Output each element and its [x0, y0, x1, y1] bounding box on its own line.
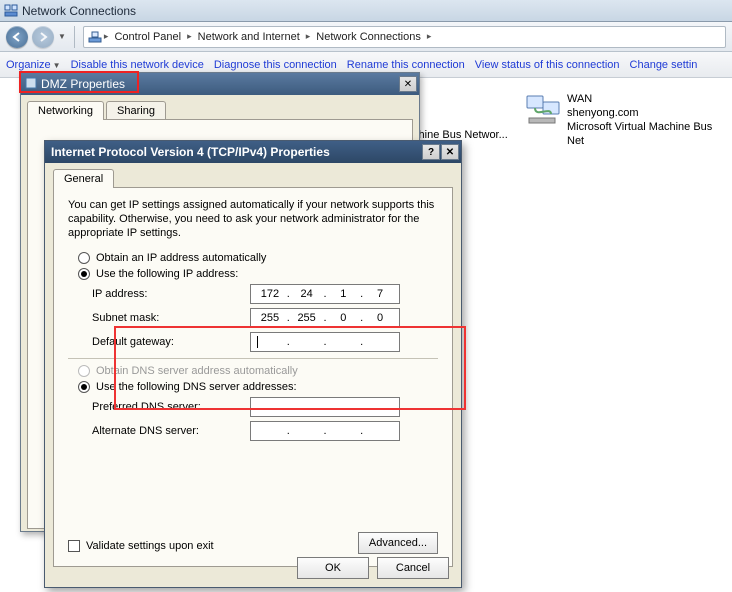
- view-status-link[interactable]: View status of this connection: [475, 59, 620, 71]
- chevron-right-icon[interactable]: ▸: [304, 31, 313, 42]
- radio-use-following-dns-label: Use the following DNS server addresses:: [96, 381, 297, 393]
- chevron-right-icon[interactable]: ▸: [185, 31, 194, 42]
- cancel-button[interactable]: Cancel: [377, 557, 449, 579]
- connection-domain: shenyong.com: [567, 106, 732, 120]
- validate-settings-label: Validate settings upon exit: [86, 540, 214, 552]
- back-button[interactable]: [6, 26, 28, 48]
- help-button[interactable]: ?: [422, 144, 440, 160]
- ipv4-window-title: Internet Protocol Version 4 (TCP/IPv4) P…: [51, 145, 330, 159]
- connection-name: WAN: [567, 92, 732, 106]
- tab-general[interactable]: General: [53, 169, 114, 188]
- diagnose-connection-link[interactable]: Diagnose this connection: [214, 59, 337, 71]
- close-button[interactable]: ✕: [399, 76, 417, 92]
- toolbar-separator: [74, 26, 75, 48]
- alternate-dns-input[interactable]: ...: [250, 421, 400, 441]
- breadcrumb-network-internet[interactable]: Network and Internet: [194, 31, 304, 43]
- main-window-title: Network Connections: [22, 4, 136, 18]
- nav-toolbar: ▼ ▸ Control Panel ▸ Network and Internet…: [0, 22, 732, 52]
- preferred-dns-input[interactable]: ...: [250, 397, 400, 417]
- label-default-gateway: Default gateway:: [92, 336, 242, 348]
- chevron-right-icon[interactable]: ▸: [102, 31, 111, 42]
- radio-use-following-dns[interactable]: [78, 381, 90, 393]
- change-settings-link[interactable]: Change settin: [630, 59, 698, 71]
- chevron-right-icon[interactable]: ▸: [425, 31, 434, 42]
- ipv4-titlebar[interactable]: Internet Protocol Version 4 (TCP/IPv4) P…: [45, 141, 461, 163]
- radio-obtain-ip-auto-label: Obtain an IP address automatically: [96, 252, 266, 264]
- network-connections-icon: [4, 4, 18, 18]
- ok-button[interactable]: OK: [297, 557, 369, 579]
- label-alternate-dns: Alternate DNS server:: [92, 425, 242, 437]
- ipv4-properties-dialog: Internet Protocol Version 4 (TCP/IPv4) P…: [44, 140, 462, 588]
- label-subnet-mask: Subnet mask:: [92, 312, 242, 324]
- properties-icon: [25, 77, 37, 92]
- radio-use-following-ip-label: Use the following IP address:: [96, 268, 238, 280]
- main-window-titlebar: Network Connections: [0, 0, 732, 22]
- breadcrumb-control-panel[interactable]: Control Panel: [110, 31, 185, 43]
- radio-obtain-ip-auto[interactable]: [78, 252, 90, 264]
- connection-adapter: Microsoft Virtual Machine Bus Net: [567, 120, 732, 148]
- radio-obtain-dns-auto: [78, 365, 90, 377]
- close-icon: ✕: [446, 147, 454, 158]
- ipv4-tab-body: You can get IP settings assigned automat…: [53, 187, 453, 567]
- label-preferred-dns: Preferred DNS server:: [92, 401, 242, 413]
- forward-button[interactable]: [32, 26, 54, 48]
- connection-item-wan[interactable]: WAN shenyong.com Microsoft Virtual Machi…: [525, 92, 732, 148]
- tab-sharing[interactable]: Sharing: [106, 101, 166, 120]
- close-button[interactable]: ✕: [441, 144, 459, 160]
- close-icon: ✕: [404, 79, 412, 90]
- network-icon: [88, 30, 102, 44]
- radio-use-following-ip[interactable]: [78, 268, 90, 280]
- label-ip-address: IP address:: [92, 288, 242, 300]
- history-dropdown-icon[interactable]: ▼: [58, 32, 66, 41]
- subnet-mask-input[interactable]: 255. 255. 0. 0: [250, 308, 400, 328]
- network-adapter-icon: [525, 92, 561, 128]
- default-gateway-input[interactable]: . . .: [250, 332, 400, 352]
- tab-networking[interactable]: Networking: [27, 101, 104, 120]
- disable-device-link[interactable]: Disable this network device: [71, 59, 204, 71]
- ipv4-description: You can get IP settings assigned automat…: [68, 198, 438, 240]
- breadcrumb-network-connections[interactable]: Network Connections: [312, 31, 425, 43]
- validate-settings-checkbox[interactable]: [68, 540, 80, 552]
- organize-menu[interactable]: Organize▼: [6, 59, 61, 71]
- help-icon: ?: [428, 147, 434, 158]
- breadcrumb[interactable]: ▸ Control Panel ▸ Network and Internet ▸…: [83, 26, 726, 48]
- advanced-button[interactable]: Advanced...: [358, 532, 438, 554]
- dmz-titlebar[interactable]: DMZ Properties ✕: [21, 73, 419, 95]
- radio-obtain-dns-auto-label: Obtain DNS server address automatically: [96, 365, 298, 377]
- dmz-window-title: DMZ Properties: [41, 77, 125, 91]
- ip-address-input[interactable]: 172. 24. 1. 7: [250, 284, 400, 304]
- rename-connection-link[interactable]: Rename this connection: [347, 59, 465, 71]
